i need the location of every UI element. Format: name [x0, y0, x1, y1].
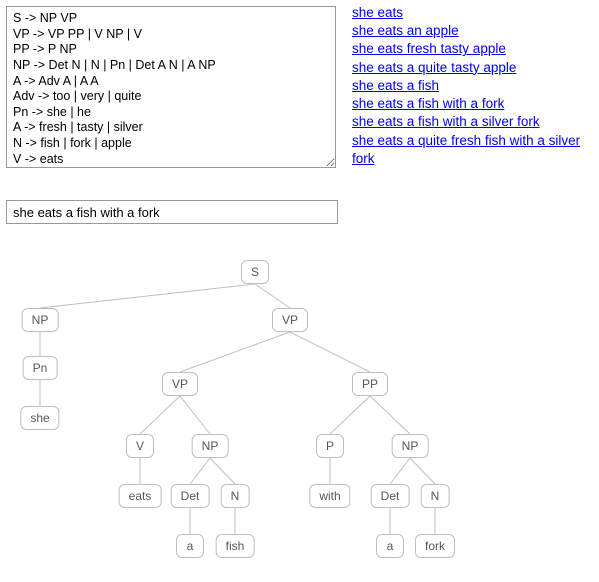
tree-node: with [309, 484, 350, 508]
example-list: she eats she eats an apple she eats fres… [352, 4, 592, 168]
tree-node: P [316, 434, 344, 458]
tree-node: fish [216, 534, 255, 558]
page-root: she eats she eats an apple she eats fres… [0, 0, 599, 582]
tree-node: N [421, 484, 450, 508]
sentence-input[interactable] [6, 200, 338, 224]
grammar-textarea[interactable] [6, 6, 336, 168]
tree-node: N [221, 484, 250, 508]
tree-node: a [376, 534, 404, 558]
tree-node: NP [22, 308, 59, 332]
tree-node: NP [392, 434, 429, 458]
tree-node: fork [415, 534, 455, 558]
tree-node: Pn [23, 356, 58, 380]
tree-node: eats [119, 484, 162, 508]
example-link[interactable]: she eats a quite fresh fish with a silve… [352, 132, 592, 168]
tree-node: S [241, 260, 269, 284]
example-link[interactable]: she eats [352, 4, 592, 22]
tree-node: Det [171, 484, 210, 508]
example-link[interactable]: she eats a fish with a fork [352, 95, 592, 113]
tree-edges [0, 248, 599, 582]
tree-node: V [126, 434, 154, 458]
tree-node: VP [162, 372, 198, 396]
tree-node: a [176, 534, 204, 558]
example-link[interactable]: she eats fresh tasty apple [352, 40, 592, 58]
parse-tree: SNPVPPnVPPPsheVNPPNPeatsDetNwithDetNafis… [0, 248, 599, 582]
example-link[interactable]: she eats a fish [352, 77, 592, 95]
tree-node: NP [192, 434, 229, 458]
tree-node: VP [272, 308, 308, 332]
tree-node: Det [371, 484, 410, 508]
example-link[interactable]: she eats an apple [352, 22, 592, 40]
example-link[interactable]: she eats a fish with a silver fork [352, 113, 592, 131]
tree-node: PP [352, 372, 388, 396]
example-link[interactable]: she eats a quite tasty apple [352, 59, 592, 77]
tree-node: she [20, 406, 59, 430]
